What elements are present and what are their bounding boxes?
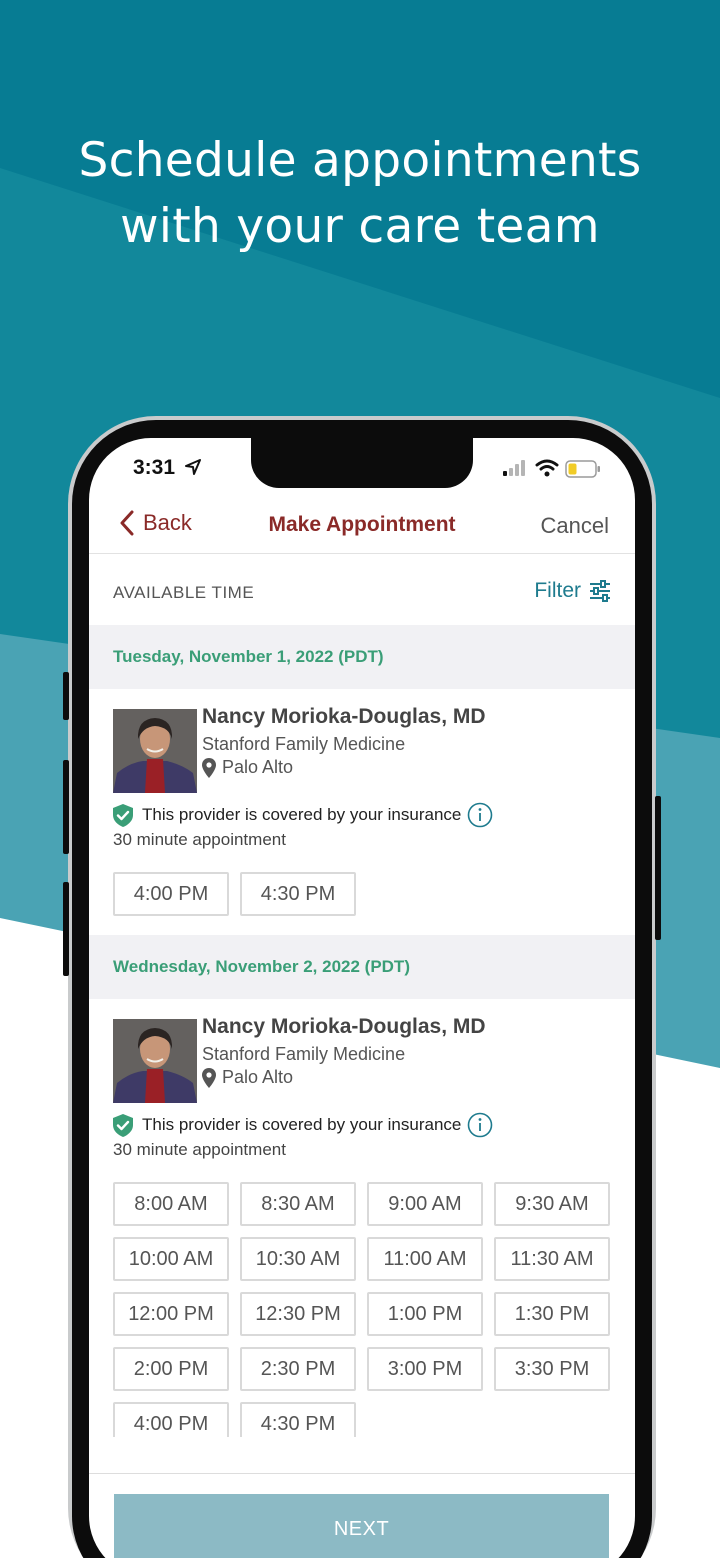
map-pin-icon	[202, 757, 216, 778]
info-icon[interactable]	[467, 802, 493, 828]
mute-switch	[63, 672, 69, 720]
footer-divider	[89, 1473, 635, 1474]
status-time: 3:31	[133, 456, 176, 479]
cancel-button[interactable]: Cancel	[541, 513, 609, 539]
insurance-coverage: This provider is covered by your insuran…	[113, 1112, 493, 1138]
marketing-headline: Schedule appointments with your care tea…	[0, 128, 720, 260]
wifi-icon	[535, 459, 559, 477]
shield-check-icon	[113, 1113, 133, 1137]
phone-screen: 3:31 Back Make Appointment Cancel AVAILA…	[89, 438, 635, 1558]
time-slot[interactable]: 4:30 PM	[240, 872, 356, 916]
time-slot[interactable]: 8:30 AM	[240, 1182, 356, 1226]
time-slot[interactable]: 10:00 AM	[113, 1237, 229, 1281]
map-pin-icon	[202, 1067, 216, 1088]
time-slot[interactable]: 3:00 PM	[367, 1347, 483, 1391]
time-slot-grid: 8:00 AM 8:30 AM 9:00 AM 9:30 AM 10:00 AM…	[113, 1182, 613, 1437]
time-slot[interactable]: 8:00 AM	[113, 1182, 229, 1226]
insurance-coverage-text: This provider is covered by your insuran…	[142, 805, 462, 824]
filter-button-label: Filter	[534, 579, 581, 602]
volume-up-button	[63, 760, 69, 854]
appointment-duration: 30 minute appointment	[113, 1140, 286, 1159]
time-slot[interactable]: 1:30 PM	[494, 1292, 610, 1336]
back-button-label: Back	[143, 510, 192, 535]
provider-card: Nancy Morioka-Douglas, MD Stanford Famil…	[89, 999, 635, 1437]
appointment-duration: 30 minute appointment	[113, 830, 286, 849]
location-arrow-icon	[185, 459, 201, 475]
time-slot[interactable]: 11:00 AM	[367, 1237, 483, 1281]
available-time-label: AVAILABLE TIME	[113, 583, 255, 602]
provider-clinic: Stanford Family Medicine	[202, 734, 406, 754]
insurance-coverage: This provider is covered by your insuran…	[113, 802, 493, 828]
next-button[interactable]: NEXT	[114, 1494, 609, 1558]
time-slot[interactable]: 4:30 PM	[240, 1402, 356, 1437]
date-header: Wednesday, November 2, 2022 (PDT)	[89, 935, 635, 999]
sliders-icon	[590, 580, 610, 602]
navigation-bar: Back Make Appointment Cancel	[89, 500, 635, 554]
date-header: Tuesday, November 1, 2022 (PDT)	[89, 625, 635, 689]
signal-icon	[503, 460, 525, 476]
time-slot-grid: 4:00 PM 4:30 PM	[113, 872, 613, 916]
time-slot[interactable]: 3:30 PM	[494, 1347, 610, 1391]
provider-photo	[113, 1019, 197, 1103]
time-slot[interactable]: 4:00 PM	[113, 872, 229, 916]
provider-clinic: Stanford Family Medicine	[202, 1044, 406, 1064]
shield-check-icon	[113, 803, 133, 827]
available-time-header: AVAILABLE TIME Filter	[89, 555, 635, 625]
time-slot[interactable]: 2:00 PM	[113, 1347, 229, 1391]
headline-line-1: Schedule appointments	[78, 133, 642, 188]
provider-card: Nancy Morioka-Douglas, MD Stanford Famil…	[89, 689, 635, 935]
provider-name[interactable]: Nancy Morioka-Douglas, MD	[202, 1015, 486, 1039]
time-slot[interactable]: 12:00 PM	[113, 1292, 229, 1336]
time-slot[interactable]: 11:30 AM	[494, 1237, 610, 1281]
time-slot[interactable]: 10:30 AM	[240, 1237, 356, 1281]
appointment-list[interactable]: Tuesday, November 1, 2022 (PDT) Nancy Mo…	[89, 625, 635, 1437]
provider-photo	[113, 709, 197, 793]
info-icon[interactable]	[467, 1112, 493, 1138]
provider-location: Palo Alto	[202, 757, 293, 778]
provider-location-label: Palo Alto	[222, 1067, 294, 1087]
time-slot[interactable]: 12:30 PM	[240, 1292, 356, 1336]
power-button	[655, 796, 661, 940]
chevron-left-icon	[120, 510, 134, 536]
headline-line-2: with your care team	[120, 199, 600, 254]
time-slot[interactable]: 2:30 PM	[240, 1347, 356, 1391]
battery-icon	[565, 460, 600, 478]
time-slot[interactable]: 9:00 AM	[367, 1182, 483, 1226]
time-slot[interactable]: 1:00 PM	[367, 1292, 483, 1336]
filter-button[interactable]: Filter	[534, 579, 611, 603]
time-slot[interactable]: 4:00 PM	[113, 1402, 229, 1437]
back-button[interactable]: Back	[119, 510, 192, 536]
phone-notch	[251, 438, 473, 488]
volume-down-button	[63, 882, 69, 976]
insurance-coverage-text: This provider is covered by your insuran…	[142, 1115, 462, 1134]
provider-location: Palo Alto	[202, 1067, 293, 1088]
time-slot[interactable]: 9:30 AM	[494, 1182, 610, 1226]
provider-location-label: Palo Alto	[222, 757, 294, 777]
provider-name[interactable]: Nancy Morioka-Douglas, MD	[202, 705, 486, 729]
